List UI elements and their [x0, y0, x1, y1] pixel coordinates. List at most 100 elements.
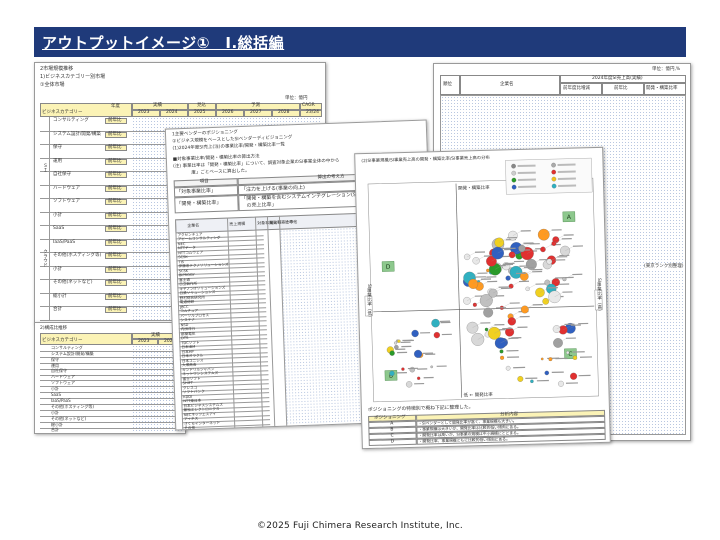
- composition-row-label: 運用: [51, 362, 59, 368]
- legend-marker: [551, 169, 557, 175]
- composition-row-label: 小計: [51, 409, 59, 415]
- composition-row-label: SaaS: [51, 392, 61, 397]
- composition-row-label: 合計: [51, 427, 59, 433]
- composition-row-label: その他(ネットなど): [51, 415, 87, 421]
- bubble-table-q: B: [390, 427, 394, 433]
- company-bubble: [537, 228, 550, 241]
- ranking-unit: 単位：億円,%: [652, 67, 681, 72]
- positioning-note-3: 度」ごとベースに算出した。: [173, 168, 250, 177]
- list-row-line: [176, 257, 265, 261]
- market-row-yoy: 前年比: [108, 158, 122, 164]
- market-row-label: 小計: [53, 212, 62, 218]
- list-header: 企業名: [187, 222, 200, 228]
- composition-sheet: 2)構成比推移 ビジネスカテゴリー 実績 2023 2024 コンサルティングシ…: [34, 322, 186, 434]
- company-bubble: [472, 302, 477, 307]
- composition-row-label: その他(ホスティング等): [51, 403, 94, 409]
- market-line-1: 2市場規模推移: [40, 66, 74, 72]
- company-bubble: [542, 298, 550, 305]
- company-bubble: [500, 355, 505, 360]
- market-row-label: SaaS: [53, 226, 65, 231]
- market-year: 23/24: [306, 110, 319, 115]
- company-bubble: [525, 258, 537, 270]
- company-bubble: [397, 339, 401, 343]
- bubble-left-label: SI事業比率（低）: [366, 283, 373, 320]
- ranking-sub2: 前年比: [614, 86, 628, 91]
- company-bubble: [499, 349, 504, 354]
- legend-marker: [511, 170, 517, 176]
- market-line-2: 1)ビジネスカテゴリー別市場: [40, 74, 106, 80]
- composition-row-label: コンサルティング: [51, 344, 83, 350]
- market-row-label: 保守: [53, 145, 62, 150]
- market-row-label: コンサルティング: [53, 118, 89, 123]
- market-line-3: ①全体市場: [40, 82, 65, 88]
- company-bubble: [540, 357, 544, 361]
- ranking-sales-header: 2024年度SI売上高(実績): [592, 76, 643, 81]
- company-bubble: [544, 370, 550, 376]
- company-bubble: [433, 331, 440, 339]
- composition-row-label: 小計: [51, 386, 59, 392]
- market-row-yoy: 前年比: [108, 145, 122, 150]
- company-bubble: [548, 357, 553, 362]
- company-bubble: [570, 372, 578, 380]
- market-row-label: 運用: [53, 158, 62, 164]
- market-row-yoy: 前年比: [108, 293, 122, 299]
- market-actual-label: 実績: [153, 103, 162, 108]
- bubble-table-q: A: [390, 421, 394, 427]
- composition-year-1: 2023: [138, 339, 150, 344]
- company-bubble: [414, 349, 423, 358]
- market-year: 2024: [166, 110, 178, 115]
- list-row-line: [182, 428, 271, 431]
- ranking-rank-header: 順位: [443, 82, 452, 87]
- company-bubble: [417, 376, 421, 380]
- market-row-label: ハードウェア: [53, 185, 80, 191]
- list-header: その他: [285, 219, 298, 225]
- bubble-table-q: C: [390, 433, 394, 439]
- legend-marker: [511, 163, 516, 169]
- market-row-label: その他(ホスティング等): [53, 253, 102, 258]
- composition-row-label: 保守: [51, 356, 59, 362]
- market-row-label: システム設計/開発/構築: [53, 131, 101, 137]
- market-row-label: IaaS/PaaS: [53, 239, 76, 245]
- company-bubble: [409, 366, 415, 373]
- legend-marker: [551, 162, 556, 168]
- composition-title: 2)構成比推移: [40, 326, 68, 331]
- market-row-yoy: 前年比: [108, 185, 122, 191]
- market-year: 2026: [222, 110, 234, 115]
- bubble-chart: ADCB: [364, 157, 603, 403]
- market-row-yoy: 前年比: [108, 253, 122, 258]
- market-row-label: 自社保守: [53, 172, 71, 177]
- composition-row-label: システム設計/開発/構築: [51, 350, 94, 356]
- composition-actual-label: 実績: [151, 333, 160, 338]
- company-bubble: [572, 355, 578, 360]
- composition-row-label: ソフトウェア: [51, 380, 75, 386]
- market-row-yoy: 前年比: [108, 118, 122, 123]
- company-bubble: [546, 258, 553, 265]
- ranking-company-header: 企業名: [500, 82, 514, 87]
- company-bubble: [530, 379, 534, 384]
- company-bubble: [505, 365, 511, 371]
- bubble-right-label: SI事業比率（高）: [596, 277, 602, 314]
- company-bubble: [566, 350, 570, 355]
- legend-marker: [511, 184, 517, 190]
- list-header: 売上規模: [229, 220, 246, 227]
- composition-row-label: 総小計: [51, 421, 63, 427]
- composition-row-label: 自社保守: [51, 368, 67, 374]
- company-bubble: [472, 257, 480, 265]
- market-row-label: その他(ネットなど): [53, 280, 93, 285]
- composition-category-label: ビジネスカテゴリー: [42, 338, 83, 343]
- market-row-yoy: 前年比: [108, 131, 122, 137]
- company-bubble: [558, 380, 564, 387]
- positioning-line-3: (1)2024年度SI売上(注)の事業比率/開発・構築比率一覧: [172, 142, 286, 152]
- ranking-sub3: 開発・構築比率: [646, 86, 678, 91]
- company-bubble: [508, 230, 518, 241]
- market-group-line: [49, 117, 50, 320]
- company-bubble: [562, 277, 567, 282]
- company-bubble: [411, 329, 419, 338]
- legend-marker: [551, 176, 557, 182]
- market-near-label: 見込: [197, 103, 206, 108]
- market-cagr-label: CAGR: [302, 103, 315, 108]
- company-bubble: [463, 296, 471, 305]
- ranking-sub1: 前年度比増減: [563, 86, 590, 91]
- market-year: 2023: [138, 110, 150, 115]
- bubble-y-label: 開発・構築比率: [458, 185, 490, 192]
